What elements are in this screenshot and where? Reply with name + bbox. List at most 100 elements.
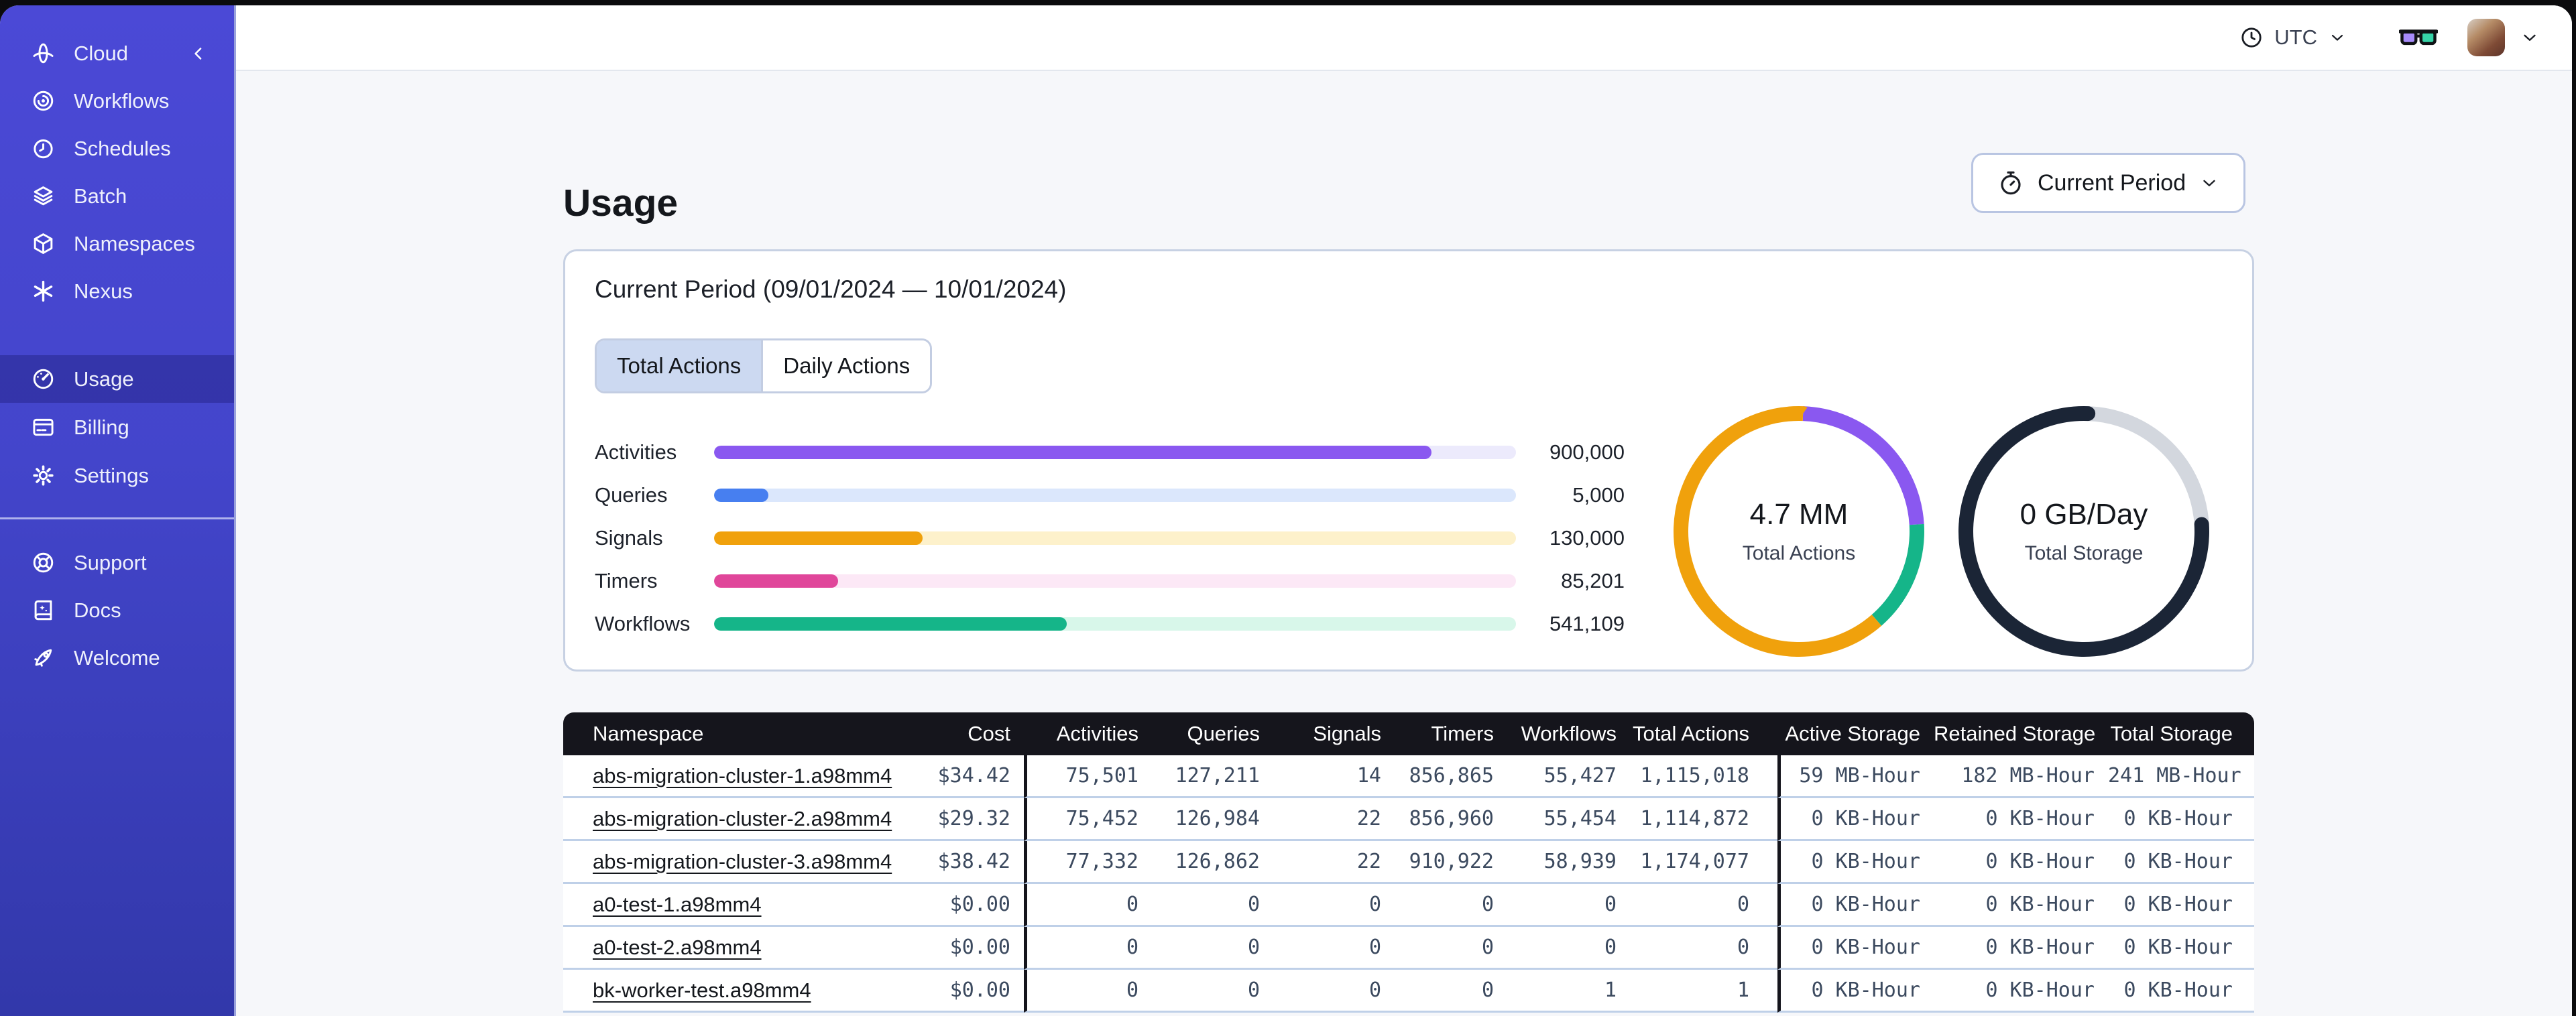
table-cell: 182 MB-Hour [1934,755,2108,798]
namespace-link[interactable]: a0-test-1.a98mm4 [593,893,762,916]
usage-bar-chart: Activities 900,000 Queries 5,000 Signals 130,… [595,439,1625,653]
tab-daily-actions[interactable]: Daily Actions [763,340,931,391]
current-period-card: Current Period (09/01/2024 — 10/01/2024)… [563,249,2254,672]
bar-row-queries: Queries 5,000 [595,482,1625,509]
sidebar-item-nexus[interactable]: Nexus [0,267,234,315]
table-row: abs-migration-cluster-3.a98mm4 $38.42 77,3… [563,841,2254,884]
table-cell: 0 KB-Hour [1934,970,2108,1013]
table-cell: 0 KB-Hour [2108,970,2254,1013]
sidebar-item-label: Workflows [74,88,170,113]
table-cell: 127,211 [1152,755,1273,798]
column-header-queries: Queries [1152,712,1273,755]
actions-tabs: Total Actions Daily Actions [595,338,933,393]
sidebar-item-settings[interactable]: Settings [0,452,234,499]
table-cell: 0 [1395,884,1507,927]
namespace-cell: abs-migration-cluster-3.a98mm4 [563,841,925,884]
sidebar-item-usage[interactable]: Usage [0,355,234,403]
nexus-icon [31,279,56,304]
billing-icon [31,415,56,440]
table-cell: 1,174,077 [1630,841,1777,884]
table-cell: $0.00 [925,927,1024,970]
column-header-activities: Activities [1024,712,1152,755]
namespace-usage-table: Namespace Cost Activities Queries Signals Tim… [563,712,2254,1013]
table-cell: 55,454 [1507,798,1630,841]
sidebar-item-label: Batch [74,184,127,208]
table-cell: 0 [1507,884,1630,927]
bar-track [714,617,1516,631]
namespace-link[interactable]: abs-migration-cluster-3.a98mm4 [593,850,892,873]
sidebar: Cloud Workflows Schedules Batch Namespac… [0,5,236,1016]
bar-label: Queries [595,483,668,507]
cloud-logo-icon [31,41,56,66]
sidebar-item-workflows[interactable]: Workflows [0,77,234,125]
table-cell: 856,960 [1395,798,1507,841]
table-cell: 910,922 [1395,841,1507,884]
period-selector-button[interactable]: Current Period [1971,153,2246,213]
sidebar-item-welcome[interactable]: Welcome [0,634,234,682]
sidebar-collapse-button[interactable] [188,44,209,64]
sidebar-item-label: Schedules [74,136,171,160]
bar-row-activities: Activities 900,000 [595,439,1625,466]
total-storage-donut: 0 GB/Day Total Storage [1956,404,2211,659]
table-cell: $38.42 [925,841,1024,884]
namespace-link[interactable]: abs-migration-cluster-1.a98mm4 [593,764,892,787]
table-cell: 0 [1273,970,1395,1013]
table-cell: $34.42 [925,755,1024,798]
sidebar-item-billing[interactable]: Billing [0,403,234,451]
user-avatar[interactable] [2467,19,2505,56]
timezone-label: UTC [2274,25,2317,49]
schedules-icon [31,136,56,161]
usage-gauge-icon [31,367,56,391]
table-cell: 856,865 [1395,755,1507,798]
table-cell: 77,332 [1024,841,1152,884]
sidebar-item-label: Namespaces [74,231,195,255]
table-cell: 1 [1630,970,1777,1013]
sidebar-brand-cloud[interactable]: Cloud [0,29,234,77]
sidebar-item-label: Support [74,550,147,574]
period-selector-label: Current Period [2038,170,2186,196]
table-cell: 0 KB-Hour [1934,798,2108,841]
total-actions-caption: Total Actions [1742,542,1856,564]
column-header-signals: Signals [1273,712,1395,755]
namespace-link[interactable]: abs-migration-cluster-2.a98mm4 [593,807,892,830]
sidebar-item-namespaces[interactable]: Namespaces [0,220,234,267]
sidebar-item-label: Nexus [74,279,133,303]
column-header-cost: Cost [925,712,1024,755]
sidebar-item-label: Billing [74,415,129,439]
page-title: Usage [563,182,679,225]
tab-total-actions[interactable]: Total Actions [597,340,764,391]
table-cell: $0.00 [925,970,1024,1013]
stopwatch-icon [1997,170,2024,196]
sidebar-item-label: Docs [74,598,121,622]
sidebar-item-docs[interactable]: Docs [0,586,234,634]
bar-fill [714,489,769,502]
namespace-link[interactable]: a0-test-2.a98mm4 [593,936,762,959]
table-cell: 55,427 [1507,755,1630,798]
column-header-timers: Timers [1395,712,1507,755]
account-menu-chevron-down-icon[interactable] [2520,27,2540,48]
sidebar-item-support[interactable]: Support [0,539,234,586]
table-header-row: Namespace Cost Activities Queries Signals Tim… [563,712,2254,755]
total-storage-value: 0 GB/Day [2019,498,2148,531]
sidebar-item-batch[interactable]: Batch [0,172,234,220]
timezone-selector[interactable]: UTC [2239,25,2347,50]
namespace-link[interactable]: bk-worker-test.a98mm4 [593,978,811,1002]
bar-fill [714,574,839,588]
column-header-total-storage: Total Storage [2108,712,2254,755]
bar-label: Timers [595,569,658,592]
total-storage-caption: Total Storage [2024,542,2144,564]
table-cell: 14 [1273,755,1395,798]
table-cell: 0 [1507,927,1630,970]
feedback-glasses-icon[interactable] [2399,22,2438,53]
column-header-active-storage: Active Storage [1777,712,1934,755]
table-cell: 0 KB-Hour [1777,884,1934,927]
table-cell: 75,501 [1024,755,1152,798]
docs-book-icon [31,598,56,623]
table-cell: 0 KB-Hour [2108,841,2254,884]
sidebar-item-label: Usage [74,367,134,391]
bar-row-signals: Signals 130,000 [595,525,1625,552]
sidebar-item-schedules[interactable]: Schedules [0,125,234,172]
chevron-down-icon [2328,28,2347,47]
table-cell: 0 KB-Hour [1777,798,1934,841]
table-cell: $29.32 [925,798,1024,841]
